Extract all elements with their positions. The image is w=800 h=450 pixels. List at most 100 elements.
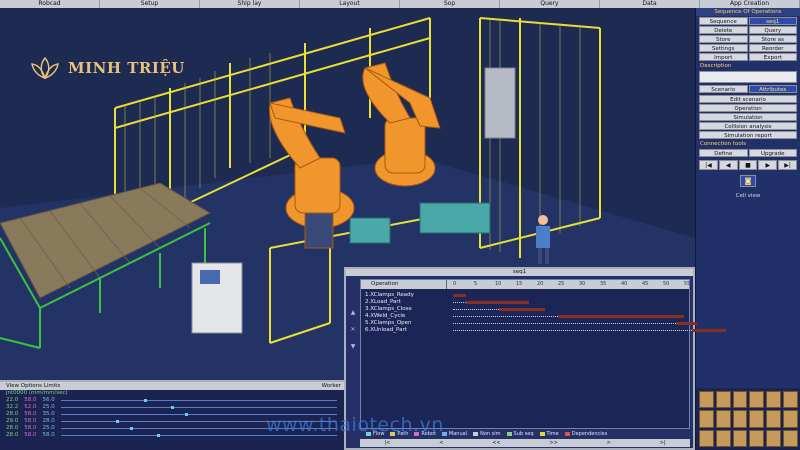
status-menu[interactable]: View Options Limits [6,383,60,389]
gantt-chart[interactable]: Operation 0 5 10 15 20 25 30 35 40 45 50 55 1.XClam… [360,279,726,429]
timeline-tick: 50 [663,281,670,287]
wait-line [453,330,693,331]
reorder-button[interactable]: Reorder [748,44,797,52]
upgrade-button[interactable]: Upgrade [748,149,797,157]
gantt-nav-button[interactable]: |< [384,439,390,447]
tool-icon[interactable] [766,429,782,447]
query-button[interactable]: Query [748,26,797,34]
tool-icon[interactable] [732,391,748,409]
tool-icon[interactable] [699,410,714,428]
wait-line [453,302,466,303]
tool-icon[interactable] [783,429,798,447]
legend-label: Manual [448,431,468,437]
close-icon[interactable]: ✕ [348,326,358,333]
description-label: Description [700,63,732,69]
menu-item-data[interactable]: Data [600,0,700,8]
tool-icon[interactable] [749,429,765,447]
legend-label: Time [546,431,559,437]
tool-icon[interactable] [732,429,748,447]
operation-bar[interactable] [453,294,466,297]
operation-label[interactable]: 6.XUnload_Part [365,326,407,334]
settings-button[interactable]: Settings [699,44,748,52]
menu-item-layout[interactable]: Layout [300,0,400,8]
tool-icon[interactable] [749,410,765,428]
menu-item-robcad[interactable]: Robcad [0,0,100,8]
description-field[interactable] [699,71,797,83]
gantt-title: seq1 [346,269,693,276]
operation-bar[interactable] [692,329,726,332]
tool-icon[interactable] [699,429,714,447]
scroll-down-icon[interactable]: ▼ [348,343,358,350]
seq1-selector[interactable]: seq1 [748,17,797,25]
legend-label: Non sim [480,431,501,437]
operation-bar[interactable] [558,315,684,318]
menu-item-ship-lay[interactable]: Ship lay [200,0,300,8]
legend-item[interactable]: Manual [441,431,468,437]
timeline-tick: 45 [642,281,649,287]
skip-back-icon[interactable]: |◀ [699,160,718,170]
tool-icon[interactable] [715,391,731,409]
operation-bar[interactable] [675,322,697,325]
legend-swatch [506,432,512,436]
operation-bar[interactable] [465,301,529,304]
operation-bar[interactable] [499,308,546,311]
play-icon[interactable]: ▶ [758,160,778,170]
tool-icon[interactable] [783,391,798,409]
menu-item-setup[interactable]: Setup [100,0,200,8]
legend-item[interactable]: Sub seq [506,431,534,437]
legend-item[interactable]: Dependencies [564,431,607,437]
edit-scenario-button[interactable]: Edit scenario [699,95,797,103]
menu-item-query[interactable]: Query [500,0,600,8]
legend-item[interactable]: Non sim [473,431,501,437]
tool-icon[interactable] [749,391,765,409]
tool-icon[interactable] [715,410,731,428]
legend-swatch [473,432,479,436]
scroll-up-icon[interactable]: ▲ [348,309,358,316]
stop-icon[interactable]: ■ [738,160,758,170]
collision-analysis-button[interactable]: Collision analysis [699,122,797,130]
store-button[interactable]: Store [699,35,748,43]
gantt-nav-button[interactable]: >> [549,439,557,447]
tool-icon[interactable] [766,410,782,428]
gantt-nav-button[interactable]: < [439,439,443,447]
gantt-nav-button[interactable]: >| [660,439,666,447]
tool-icon[interactable] [732,410,748,428]
timeline-tick: 30 [579,281,586,287]
play-back-icon[interactable]: ◀ [718,160,738,170]
timeline-tick: 40 [621,281,628,287]
status-header: jnt0000 (mm/mm/sec) [6,390,68,396]
tool-icon[interactable] [699,391,714,409]
timeline-tick: 0 [453,281,457,287]
simulation-button[interactable]: Simulation [699,113,797,121]
tool-icon[interactable] [715,429,731,447]
menu-item-app-creation[interactable]: App Creation [700,0,800,8]
camera-icon[interactable]: ◙ [740,175,756,187]
brand-name: MINH TRIỆU [68,59,185,77]
status-row: 22.0 58.0 56.0 [0,397,345,404]
simulation-report-button[interactable]: Simulation report [699,131,797,139]
legend-item[interactable]: Time [539,431,559,437]
attributes-button[interactable]: Attributes [748,85,797,93]
status-menu-bar[interactable]: View Options Limits Worker [0,382,345,390]
gantt-nav-button[interactable]: > [607,439,611,447]
skip-forward-icon[interactable]: ▶| [778,160,797,170]
scenario-button[interactable]: Scenario [699,85,748,93]
gantt-side-controls: ▲ ✕ ▼ [348,309,358,350]
operation-column-header: Operation [361,280,447,289]
panel-title: Sequence Of Operations [696,8,800,16]
export-button[interactable]: Export [748,53,797,61]
import-button[interactable]: Import [699,53,748,61]
wait-line [453,323,676,324]
store-as-button[interactable]: Store as [748,35,797,43]
delete-button[interactable]: Delete [699,26,748,34]
tool-icon[interactable] [783,410,798,428]
gantt-nav-button[interactable]: << [492,439,500,447]
worker-label: Worker [321,383,341,389]
sequence-button[interactable]: Sequence [699,17,748,25]
operation-button[interactable]: Operation [699,104,797,112]
tool-icon-palette [696,388,800,450]
define-button[interactable]: Define [699,149,748,157]
tool-icon[interactable] [766,391,782,409]
connection-tools-label: Connection tools [700,141,747,147]
menu-item-sop[interactable]: Sop [400,0,500,8]
